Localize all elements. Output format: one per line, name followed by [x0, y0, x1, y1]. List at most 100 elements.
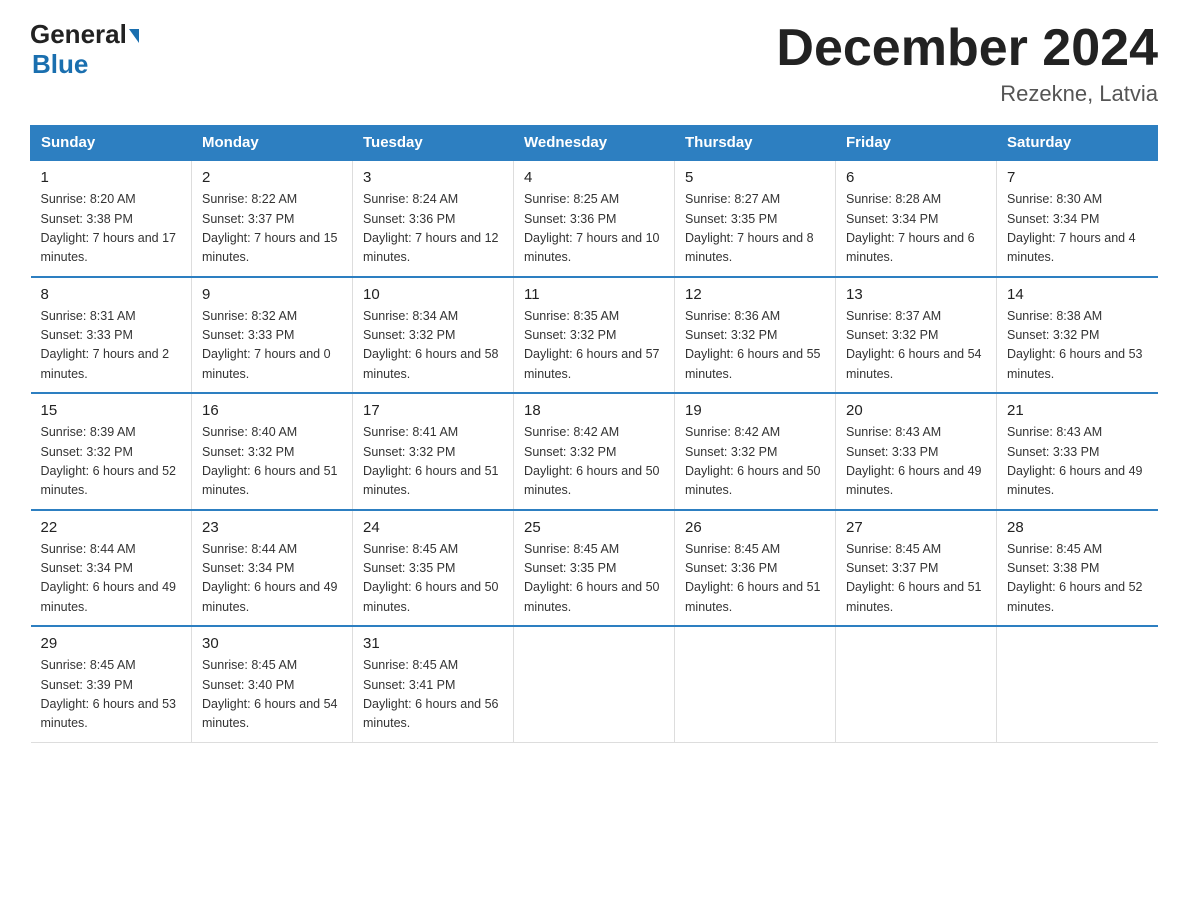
- day-info: Sunrise: 8:45 AM Sunset: 3:39 PM Dayligh…: [41, 656, 182, 734]
- calendar-cell: 9 Sunrise: 8:32 AM Sunset: 3:33 PM Dayli…: [192, 277, 353, 394]
- day-header-wednesday: Wednesday: [514, 126, 675, 161]
- day-header-saturday: Saturday: [997, 126, 1158, 161]
- calendar-cell: 23 Sunrise: 8:44 AM Sunset: 3:34 PM Dayl…: [192, 510, 353, 627]
- day-number: 15: [41, 402, 182, 419]
- day-number: 29: [41, 635, 182, 652]
- day-number: 28: [1007, 519, 1148, 536]
- calendar-cell: 3 Sunrise: 8:24 AM Sunset: 3:36 PM Dayli…: [353, 160, 514, 277]
- day-number: 13: [846, 286, 986, 303]
- logo: General Blue: [30, 20, 139, 80]
- week-row-4: 22 Sunrise: 8:44 AM Sunset: 3:34 PM Dayl…: [31, 510, 1158, 627]
- day-info: Sunrise: 8:31 AM Sunset: 3:33 PM Dayligh…: [41, 307, 182, 385]
- calendar-cell: 20 Sunrise: 8:43 AM Sunset: 3:33 PM Dayl…: [836, 393, 997, 510]
- calendar-cell: 1 Sunrise: 8:20 AM Sunset: 3:38 PM Dayli…: [31, 160, 192, 277]
- calendar-cell: [514, 626, 675, 742]
- day-info: Sunrise: 8:41 AM Sunset: 3:32 PM Dayligh…: [363, 423, 503, 501]
- day-info: Sunrise: 8:45 AM Sunset: 3:41 PM Dayligh…: [363, 656, 503, 734]
- day-number: 26: [685, 519, 825, 536]
- calendar-table: SundayMondayTuesdayWednesdayThursdayFrid…: [30, 125, 1158, 743]
- calendar-cell: 11 Sunrise: 8:35 AM Sunset: 3:32 PM Dayl…: [514, 277, 675, 394]
- day-info: Sunrise: 8:40 AM Sunset: 3:32 PM Dayligh…: [202, 423, 342, 501]
- logo-line2: Blue: [32, 49, 88, 80]
- day-info: Sunrise: 8:24 AM Sunset: 3:36 PM Dayligh…: [363, 190, 503, 268]
- day-number: 19: [685, 402, 825, 419]
- calendar-cell: 5 Sunrise: 8:27 AM Sunset: 3:35 PM Dayli…: [675, 160, 836, 277]
- calendar-cell: 24 Sunrise: 8:45 AM Sunset: 3:35 PM Dayl…: [353, 510, 514, 627]
- day-info: Sunrise: 8:20 AM Sunset: 3:38 PM Dayligh…: [41, 190, 182, 268]
- calendar-cell: 22 Sunrise: 8:44 AM Sunset: 3:34 PM Dayl…: [31, 510, 192, 627]
- day-number: 12: [685, 286, 825, 303]
- week-row-1: 1 Sunrise: 8:20 AM Sunset: 3:38 PM Dayli…: [31, 160, 1158, 277]
- subtitle: Rezekne, Latvia: [776, 81, 1158, 107]
- day-info: Sunrise: 8:45 AM Sunset: 3:35 PM Dayligh…: [363, 540, 503, 618]
- day-header-friday: Friday: [836, 126, 997, 161]
- title-area: December 2024 Rezekne, Latvia: [776, 20, 1158, 107]
- day-info: Sunrise: 8:44 AM Sunset: 3:34 PM Dayligh…: [41, 540, 182, 618]
- day-info: Sunrise: 8:45 AM Sunset: 3:37 PM Dayligh…: [846, 540, 986, 618]
- calendar-cell: 6 Sunrise: 8:28 AM Sunset: 3:34 PM Dayli…: [836, 160, 997, 277]
- day-info: Sunrise: 8:45 AM Sunset: 3:38 PM Dayligh…: [1007, 540, 1148, 618]
- day-info: Sunrise: 8:34 AM Sunset: 3:32 PM Dayligh…: [363, 307, 503, 385]
- day-number: 27: [846, 519, 986, 536]
- day-header-monday: Monday: [192, 126, 353, 161]
- day-number: 30: [202, 635, 342, 652]
- day-number: 16: [202, 402, 342, 419]
- day-info: Sunrise: 8:44 AM Sunset: 3:34 PM Dayligh…: [202, 540, 342, 618]
- day-number: 11: [524, 286, 664, 303]
- week-row-2: 8 Sunrise: 8:31 AM Sunset: 3:33 PM Dayli…: [31, 277, 1158, 394]
- calendar-cell: 21 Sunrise: 8:43 AM Sunset: 3:33 PM Dayl…: [997, 393, 1158, 510]
- day-number: 23: [202, 519, 342, 536]
- day-info: Sunrise: 8:30 AM Sunset: 3:34 PM Dayligh…: [1007, 190, 1148, 268]
- calendar-cell: 15 Sunrise: 8:39 AM Sunset: 3:32 PM Dayl…: [31, 393, 192, 510]
- calendar-cell: 25 Sunrise: 8:45 AM Sunset: 3:35 PM Dayl…: [514, 510, 675, 627]
- day-number: 31: [363, 635, 503, 652]
- day-number: 17: [363, 402, 503, 419]
- day-number: 1: [41, 169, 182, 186]
- day-header-thursday: Thursday: [675, 126, 836, 161]
- day-info: Sunrise: 8:42 AM Sunset: 3:32 PM Dayligh…: [524, 423, 664, 501]
- calendar-cell: 26 Sunrise: 8:45 AM Sunset: 3:36 PM Dayl…: [675, 510, 836, 627]
- day-number: 6: [846, 169, 986, 186]
- day-number: 22: [41, 519, 182, 536]
- calendar-cell: 28 Sunrise: 8:45 AM Sunset: 3:38 PM Dayl…: [997, 510, 1158, 627]
- calendar-cell: 2 Sunrise: 8:22 AM Sunset: 3:37 PM Dayli…: [192, 160, 353, 277]
- calendar-cell: 27 Sunrise: 8:45 AM Sunset: 3:37 PM Dayl…: [836, 510, 997, 627]
- day-number: 3: [363, 169, 503, 186]
- calendar-cell: [675, 626, 836, 742]
- page-header: General Blue December 2024 Rezekne, Latv…: [30, 20, 1158, 107]
- day-number: 14: [1007, 286, 1148, 303]
- day-info: Sunrise: 8:32 AM Sunset: 3:33 PM Dayligh…: [202, 307, 342, 385]
- day-info: Sunrise: 8:45 AM Sunset: 3:40 PM Dayligh…: [202, 656, 342, 734]
- calendar-cell: 10 Sunrise: 8:34 AM Sunset: 3:32 PM Dayl…: [353, 277, 514, 394]
- month-title: December 2024: [776, 20, 1158, 77]
- day-number: 18: [524, 402, 664, 419]
- day-header-row: SundayMondayTuesdayWednesdayThursdayFrid…: [31, 126, 1158, 161]
- calendar-cell: 17 Sunrise: 8:41 AM Sunset: 3:32 PM Dayl…: [353, 393, 514, 510]
- day-info: Sunrise: 8:22 AM Sunset: 3:37 PM Dayligh…: [202, 190, 342, 268]
- calendar-cell: [836, 626, 997, 742]
- calendar-cell: 4 Sunrise: 8:25 AM Sunset: 3:36 PM Dayli…: [514, 160, 675, 277]
- day-number: 9: [202, 286, 342, 303]
- day-info: Sunrise: 8:45 AM Sunset: 3:35 PM Dayligh…: [524, 540, 664, 618]
- day-number: 4: [524, 169, 664, 186]
- calendar-cell: 8 Sunrise: 8:31 AM Sunset: 3:33 PM Dayli…: [31, 277, 192, 394]
- day-number: 7: [1007, 169, 1148, 186]
- calendar-cell: 19 Sunrise: 8:42 AM Sunset: 3:32 PM Dayl…: [675, 393, 836, 510]
- day-number: 20: [846, 402, 986, 419]
- day-info: Sunrise: 8:38 AM Sunset: 3:32 PM Dayligh…: [1007, 307, 1148, 385]
- day-info: Sunrise: 8:37 AM Sunset: 3:32 PM Dayligh…: [846, 307, 986, 385]
- day-header-sunday: Sunday: [31, 126, 192, 161]
- day-info: Sunrise: 8:42 AM Sunset: 3:32 PM Dayligh…: [685, 423, 825, 501]
- day-number: 25: [524, 519, 664, 536]
- day-header-tuesday: Tuesday: [353, 126, 514, 161]
- calendar-cell: 12 Sunrise: 8:36 AM Sunset: 3:32 PM Dayl…: [675, 277, 836, 394]
- week-row-5: 29 Sunrise: 8:45 AM Sunset: 3:39 PM Dayl…: [31, 626, 1158, 742]
- calendar-cell: 29 Sunrise: 8:45 AM Sunset: 3:39 PM Dayl…: [31, 626, 192, 742]
- day-number: 5: [685, 169, 825, 186]
- day-info: Sunrise: 8:25 AM Sunset: 3:36 PM Dayligh…: [524, 190, 664, 268]
- calendar-cell: 13 Sunrise: 8:37 AM Sunset: 3:32 PM Dayl…: [836, 277, 997, 394]
- day-number: 21: [1007, 402, 1148, 419]
- day-info: Sunrise: 8:45 AM Sunset: 3:36 PM Dayligh…: [685, 540, 825, 618]
- day-info: Sunrise: 8:36 AM Sunset: 3:32 PM Dayligh…: [685, 307, 825, 385]
- day-number: 8: [41, 286, 182, 303]
